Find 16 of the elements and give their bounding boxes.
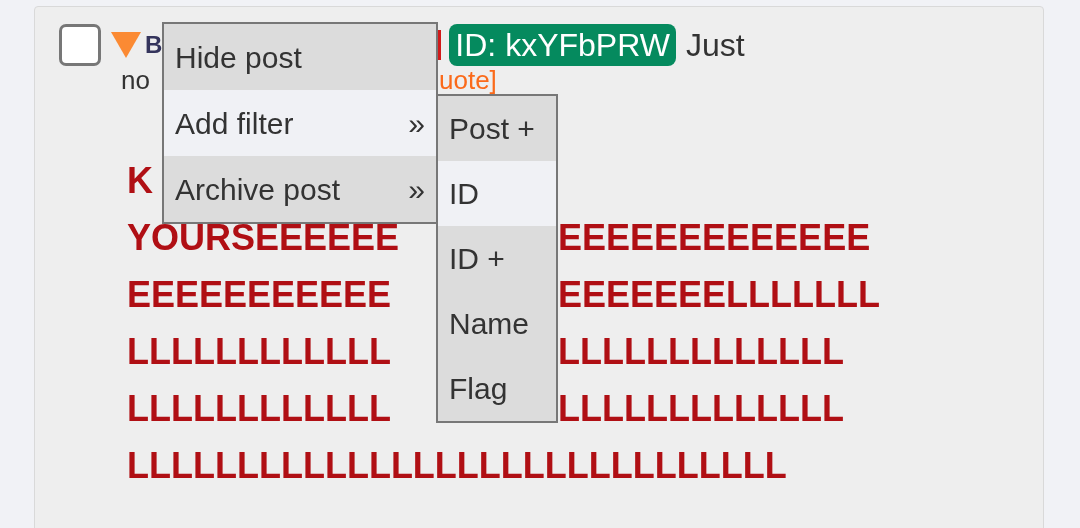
post-text-line: EEEEEEELLLLLLL — [558, 272, 881, 317]
post-text-line: LLLLLLLLLLLL — [127, 329, 391, 374]
post-text-line: LLLLLLLLLLLLL — [558, 329, 845, 374]
post-text-line: EEEEEEEEEEEEE — [558, 215, 872, 260]
id-badge: ID: kxYFbPRW — [449, 24, 676, 66]
post-time: Just — [685, 26, 745, 65]
post-text-line: LLLLLLLLLLLLL — [558, 386, 845, 431]
post-text-line: EEEEEEEEEEE — [127, 272, 392, 317]
select-checkbox[interactable] — [59, 24, 101, 66]
post-time-continued: no — [121, 67, 151, 93]
post-text-line: K — [127, 158, 153, 203]
poster-name: B — [145, 30, 163, 60]
menu-item[interactable]: ID — [438, 161, 556, 226]
post-text-line: LLLLLLLLLLLL — [127, 386, 391, 431]
post-text-line: LLLLLLLLLLLLLLLLLLLLLLLLLLLLLL — [127, 443, 787, 488]
menu-item[interactable]: Add filter » — [164, 90, 436, 156]
